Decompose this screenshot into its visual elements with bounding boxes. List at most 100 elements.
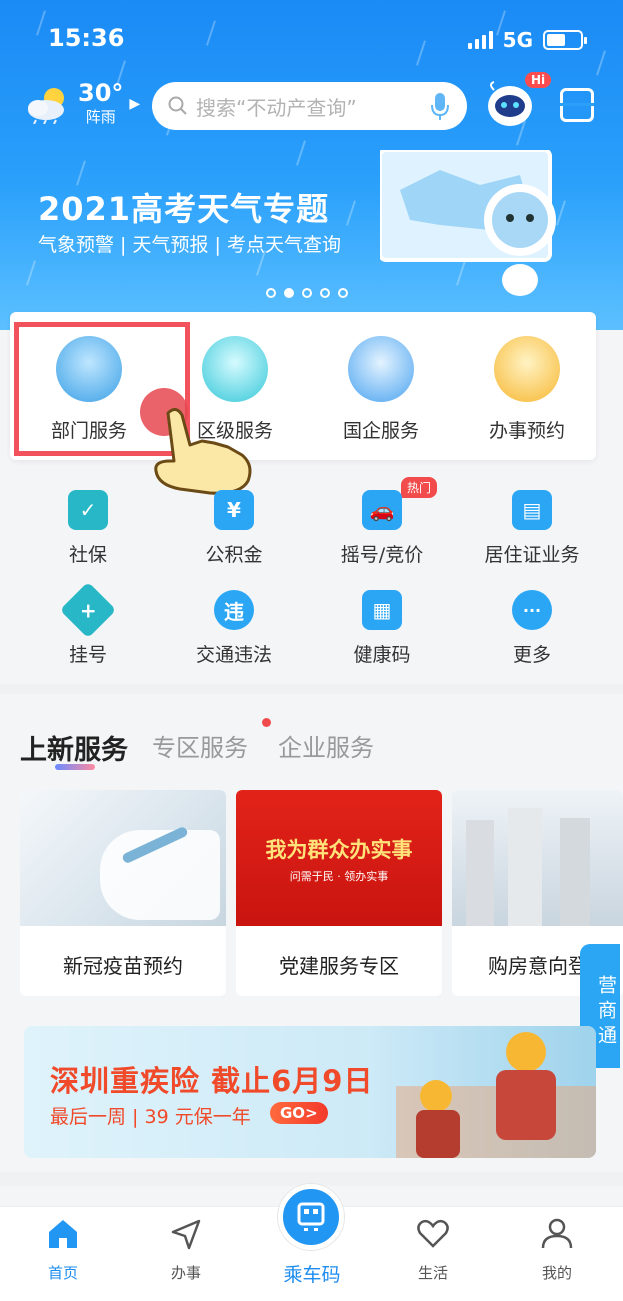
banner-subtitle: 气象预警 | 天气预报 | 考点天气查询: [38, 234, 341, 256]
service-label: 国企服务: [342, 420, 419, 442]
rain-streak: [346, 200, 356, 226]
card-party-service[interactable]: 我为群众办实事 问需于民 · 领办实事 党建服务专区: [236, 790, 442, 996]
tab-zone-services[interactable]: 专区服务: [152, 728, 248, 763]
grid-item[interactable]: + 挂号: [18, 581, 158, 667]
grid-item[interactable]: ··· 更多: [462, 590, 602, 667]
service-label: 办事预约: [488, 420, 565, 442]
grid-item[interactable]: 🚗 摇号/竞价: [312, 490, 452, 567]
send-icon: [171, 1219, 201, 1250]
nav-label: 生活: [417, 1264, 448, 1282]
rain-streak: [416, 40, 426, 66]
traffic-violation-icon: 违: [214, 590, 254, 630]
shield-check-icon: ✓: [68, 490, 108, 530]
pagination-dot: [338, 288, 348, 298]
grid-item[interactable]: ✓ 社保: [18, 490, 158, 567]
ad-illustration: [396, 1032, 596, 1158]
nav-label: 首页: [47, 1264, 78, 1282]
grid-item-label: 摇号/竞价: [340, 544, 424, 566]
nav-label: 我的: [541, 1264, 572, 1282]
grid-item-label: 交通违法: [195, 644, 272, 666]
banner-pagination: [266, 288, 348, 298]
soe-service-icon: [348, 336, 414, 402]
search-icon: [168, 96, 187, 115]
vaccine-image: [20, 790, 226, 926]
rain-streak: [76, 160, 86, 186]
appointment-icon: [494, 336, 560, 402]
service-appointment[interactable]: 办事预约: [454, 312, 600, 460]
search-input[interactable]: 搜索“不动产查询”: [196, 92, 429, 121]
search-bar[interactable]: 搜索“不动产查询”: [152, 82, 467, 130]
party-service-image: 我为群众办实事 问需于民 · 领办实事: [236, 790, 442, 926]
signal-icon: [467, 31, 493, 49]
party-image-title: 我为群众办实事: [265, 838, 413, 862]
ad-go-button[interactable]: GO>: [270, 1102, 328, 1124]
grid-item[interactable]: 违交通违法: [164, 590, 304, 667]
nav-life[interactable]: 生活: [388, 1218, 478, 1283]
pagination-dot: [320, 288, 330, 298]
grid-item[interactable]: ▤ 居住证业务: [462, 490, 602, 567]
card-vaccine[interactable]: 新冠疫苗预约: [20, 790, 226, 996]
grid-item-label: 挂号: [68, 644, 107, 666]
house-yen-icon: ¥: [214, 490, 254, 530]
user-icon: [541, 1218, 573, 1249]
home-icon: [49, 1220, 77, 1248]
bus-qr-icon: [297, 1202, 325, 1231]
nav-label: 办事: [170, 1264, 201, 1282]
chevron-right-icon: ▶: [129, 95, 141, 112]
card-title: 党建服务专区: [279, 954, 399, 978]
more-dots-icon: ···: [512, 590, 552, 630]
microphone-icon[interactable]: [429, 91, 451, 121]
party-image-subtitle: 问需于民 · 领办实事: [289, 870, 389, 883]
status-time: 15:36: [48, 24, 125, 52]
ad-subtitle: 最后一周 | 39 元保一年: [50, 1106, 251, 1128]
nav-profile[interactable]: 我的: [512, 1218, 602, 1283]
bus-qr-button[interactable]: [278, 1184, 344, 1250]
cloud-sun-icon: [28, 87, 64, 124]
active-tab-indicator: [55, 764, 95, 770]
pointing-hand-icon: [150, 405, 262, 499]
banner-title[interactable]: 2021高考天气专题: [38, 184, 329, 230]
battery-icon: [543, 30, 587, 50]
grid-item-label: 健康码: [353, 644, 411, 666]
rain-streak: [206, 20, 216, 46]
grid-item-label: 公积金: [205, 544, 263, 566]
scan-menu-icon[interactable]: [560, 88, 594, 122]
assistant-hi-badge: Hi: [525, 72, 552, 88]
grid-item[interactable]: ▦ 健康码: [312, 590, 452, 667]
banner-illustration: [378, 148, 590, 304]
grid-item[interactable]: ¥ 公积金: [164, 490, 304, 567]
heart-icon: [417, 1219, 449, 1248]
service-soe[interactable]: 国企服务: [308, 312, 454, 460]
grid-item-label: 社保: [68, 544, 107, 566]
weather-widget[interactable]: 30° 阵雨 ▶: [24, 80, 140, 127]
nav-affairs[interactable]: 办事: [141, 1218, 231, 1283]
grid-item-label: 更多: [512, 644, 551, 666]
car-icon: 🚗: [362, 490, 402, 530]
section-divider: [0, 684, 623, 694]
rain-streak: [596, 50, 606, 76]
nav-label-bus-code[interactable]: 乘车码: [272, 1260, 352, 1287]
network-type: 5G: [502, 28, 533, 52]
pagination-dot: [302, 288, 312, 298]
nav-home[interactable]: 首页: [18, 1218, 108, 1283]
grid-item-label: 居住证业务: [484, 544, 580, 566]
id-card-icon: ▤: [512, 490, 552, 530]
district-service-icon: [202, 336, 268, 402]
pagination-dot: [266, 288, 276, 298]
notification-dot: [262, 718, 271, 727]
card-title: 新冠疫苗预约: [63, 954, 183, 978]
assistant-robot-icon[interactable]: [484, 80, 540, 134]
rain-streak: [26, 260, 36, 286]
status-indicators: 5G: [467, 28, 587, 52]
side-tab-label: 营商通: [595, 974, 617, 1050]
tab-enterprise-services[interactable]: 企业服务: [278, 728, 374, 763]
medical-plus-icon: +: [59, 581, 117, 639]
weather-description: 阵雨: [85, 108, 116, 126]
tab-new-services[interactable]: 上新服务: [20, 728, 128, 767]
rain-streak: [296, 140, 306, 166]
ad-title: 深圳重疾险 截止6月9日: [50, 1064, 374, 1098]
weather-temperature: 30°: [78, 79, 124, 107]
rain-streak: [36, 10, 46, 36]
health-code-icon: ▦: [362, 590, 402, 630]
housing-image: [452, 790, 623, 926]
